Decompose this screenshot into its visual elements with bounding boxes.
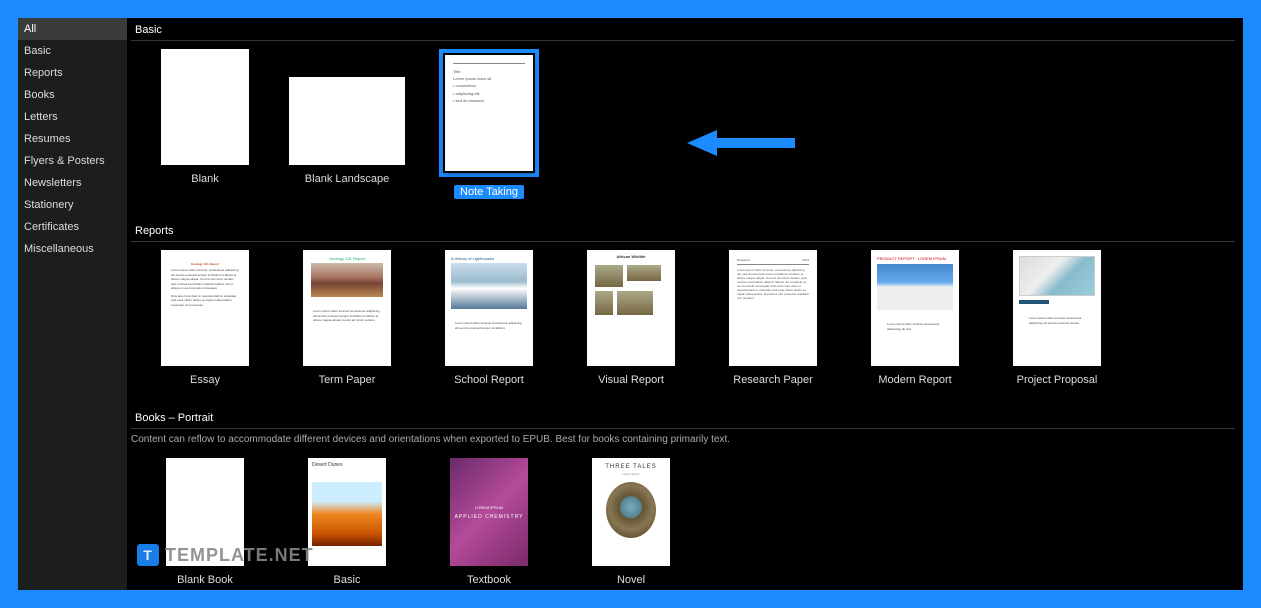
template-thumbnail: Lorem ipsum dolor sit amet consectetur a… bbox=[1013, 250, 1101, 366]
template-modern-report[interactable]: PRODUCT REPORT · LOREM IPSUM Lorem ipsum… bbox=[845, 250, 985, 386]
template-label: Project Proposal bbox=[1017, 374, 1098, 386]
template-thumbnail bbox=[161, 49, 249, 165]
template-blank-landscape[interactable]: Blank Landscape bbox=[277, 49, 417, 199]
template-blank[interactable]: Blank bbox=[135, 49, 275, 199]
section-grid-reports: Geology 101 Report Lorem ipsum dolor sit… bbox=[127, 250, 1239, 406]
template-project-proposal[interactable]: Lorem ipsum dolor sit amet consectetur a… bbox=[987, 250, 1127, 386]
template-thumbnail bbox=[166, 458, 244, 566]
template-chooser-window: All Basic Reports Books Letters Resumes … bbox=[18, 18, 1243, 590]
template-thumbnail: THREE TALES Lorem Ipsum bbox=[592, 458, 670, 566]
template-label: Blank bbox=[191, 173, 219, 185]
template-thumbnail: Research2024 Lorem ipsum dolor sit amet,… bbox=[729, 250, 817, 366]
template-essay[interactable]: Geology 101 Report Lorem ipsum dolor sit… bbox=[135, 250, 275, 386]
template-term-paper[interactable]: Geology 131 Report Lorem ipsum dolor sit… bbox=[277, 250, 417, 386]
sidebar-item-books[interactable]: Books bbox=[18, 84, 127, 106]
section-grid-books-portrait: Blank Book Desert Dunes Basic LOREM IPSU… bbox=[127, 454, 1239, 590]
template-thumbnail: PRODUCT REPORT · LOREM IPSUM Lorem ipsum… bbox=[871, 250, 959, 366]
sidebar-item-resumes[interactable]: Resumes bbox=[18, 128, 127, 150]
template-book-basic[interactable]: Desert Dunes Basic bbox=[277, 454, 417, 586]
template-gallery[interactable]: Basic Blank Blank Landscape Title Lorem … bbox=[127, 18, 1243, 590]
template-label: Basic bbox=[334, 574, 361, 586]
template-research-paper[interactable]: Research2024 Lorem ipsum dolor sit amet,… bbox=[703, 250, 843, 386]
sidebar-item-newsletters[interactable]: Newsletters bbox=[18, 172, 127, 194]
section-grid-basic: Blank Blank Landscape Title Lorem ipsum … bbox=[127, 49, 1239, 219]
template-visual-report[interactable]: African Wildlife Visual Report bbox=[561, 250, 701, 386]
sidebar-item-flyers-posters[interactable]: Flyers & Posters bbox=[18, 150, 127, 172]
template-novel[interactable]: THREE TALES Lorem Ipsum Novel bbox=[561, 454, 701, 586]
template-school-report[interactable]: A History of Lighthouses Lorem ipsum dol… bbox=[419, 250, 559, 386]
template-blank-book[interactable]: Blank Book bbox=[135, 454, 275, 586]
sidebar-item-letters[interactable]: Letters bbox=[18, 106, 127, 128]
template-label: Modern Report bbox=[878, 374, 951, 386]
template-thumbnail: Geology 131 Report Lorem ipsum dolor sit… bbox=[303, 250, 391, 366]
template-label: Blank Landscape bbox=[305, 173, 389, 185]
template-thumbnail: Desert Dunes bbox=[308, 458, 386, 566]
template-label: Note Taking bbox=[454, 185, 524, 199]
template-label: Visual Report bbox=[598, 374, 664, 386]
template-textbook[interactable]: LOREM IPSUM APPLIED CHEMISTRY Textbook bbox=[419, 454, 559, 586]
template-label: School Report bbox=[454, 374, 524, 386]
section-header-basic: Basic bbox=[131, 20, 1235, 41]
section-header-reports: Reports bbox=[131, 221, 1235, 242]
template-thumbnail: African Wildlife bbox=[587, 250, 675, 366]
sidebar-item-miscellaneous[interactable]: Miscellaneous bbox=[18, 238, 127, 260]
template-thumbnail bbox=[289, 77, 405, 165]
sidebar-item-basic[interactable]: Basic bbox=[18, 40, 127, 62]
template-label: Novel bbox=[617, 574, 645, 586]
sidebar-item-reports[interactable]: Reports bbox=[18, 62, 127, 84]
section-desc-books-portrait: Content can reflow to accommodate differ… bbox=[131, 433, 1235, 446]
template-label: Blank Book bbox=[177, 574, 233, 586]
sidebar-item-all[interactable]: All bbox=[18, 18, 127, 40]
template-thumbnail: Title Lorem ipsum dolor sit • consectetu… bbox=[445, 55, 533, 171]
template-label: Research Paper bbox=[733, 374, 813, 386]
sidebar-item-certificates[interactable]: Certificates bbox=[18, 216, 127, 238]
template-label: Term Paper bbox=[319, 374, 376, 386]
template-label: Textbook bbox=[467, 574, 511, 586]
template-thumbnail: LOREM IPSUM APPLIED CHEMISTRY bbox=[450, 458, 528, 566]
template-thumbnail: A History of Lighthouses Lorem ipsum dol… bbox=[445, 250, 533, 366]
category-sidebar: All Basic Reports Books Letters Resumes … bbox=[18, 18, 127, 590]
sidebar-item-stationery[interactable]: Stationery bbox=[18, 194, 127, 216]
template-note-taking[interactable]: Title Lorem ipsum dolor sit • consectetu… bbox=[419, 49, 559, 199]
template-label: Essay bbox=[190, 374, 220, 386]
section-header-books-portrait: Books – Portrait bbox=[131, 408, 1235, 429]
template-thumbnail: Geology 101 Report Lorem ipsum dolor sit… bbox=[161, 250, 249, 366]
